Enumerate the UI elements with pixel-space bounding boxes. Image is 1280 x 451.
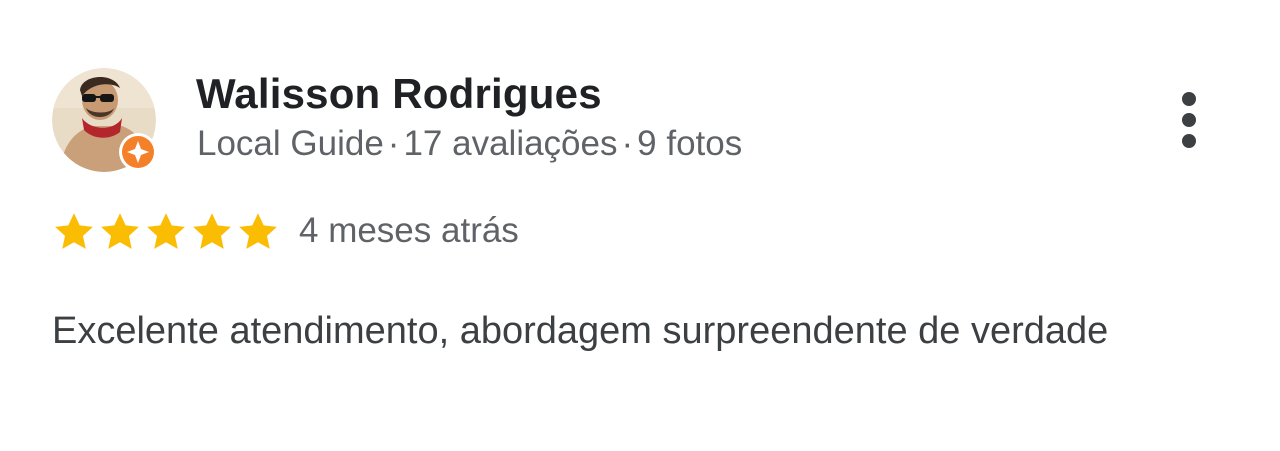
star-rating bbox=[52, 210, 280, 254]
local-guide-label: Local Guide bbox=[197, 124, 384, 163]
avatar[interactable] bbox=[52, 68, 158, 174]
star-icon bbox=[55, 213, 93, 249]
star-icon bbox=[147, 213, 185, 249]
review-text: Excelente atendimento, abordagem surpree… bbox=[52, 310, 1109, 352]
meta-separator: · bbox=[387, 124, 400, 163]
review-card: Walisson Rodrigues Local Guide · 17 avalia… bbox=[0, 0, 1280, 451]
more-options-button[interactable] bbox=[1168, 84, 1210, 156]
reviews-count: 17 avaliações bbox=[403, 124, 618, 163]
photos-count: 9 fotos bbox=[637, 124, 743, 163]
reviewer-name[interactable]: Walisson Rodrigues bbox=[196, 70, 602, 118]
local-guide-badge-icon bbox=[119, 133, 157, 171]
meta-separator: · bbox=[621, 124, 634, 163]
star-icon bbox=[101, 213, 139, 249]
reviewer-meta[interactable]: Local Guide · 17 avaliações · 9 fotos bbox=[197, 124, 742, 164]
star-icon bbox=[193, 213, 231, 249]
star-icon bbox=[239, 213, 277, 249]
review-date: 4 meses atrás bbox=[299, 211, 519, 250]
